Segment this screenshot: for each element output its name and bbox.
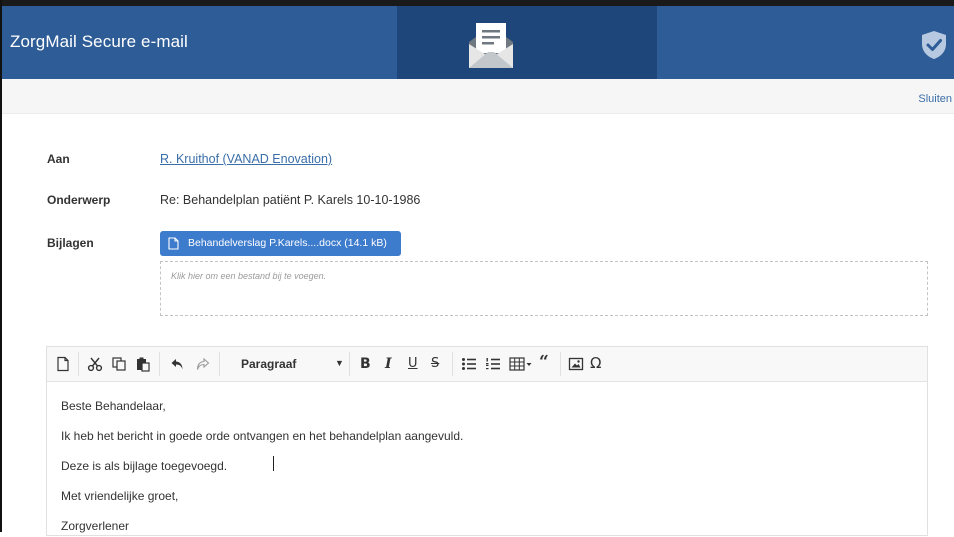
quote-icon[interactable]: “ — [539, 354, 549, 371]
action-bar: Sluiten — [2, 79, 954, 114]
redo-icon[interactable] — [194, 356, 210, 372]
toolbar-separator — [159, 352, 160, 376]
body-line-greeting: Beste Behandelaar, — [61, 399, 166, 413]
subject-value: Re: Behandelplan patiënt P. Karels 10-10… — [160, 193, 421, 207]
body-line-closing: Met vriendelijke groet, — [61, 489, 179, 503]
dropzone-hint: Klik hier om een bestand bij te voegen. — [171, 271, 327, 281]
new-document-icon[interactable] — [55, 356, 71, 372]
attachments-label: Bijlagen — [47, 236, 94, 250]
to-label: Aan — [47, 152, 70, 166]
recipient-link[interactable]: R. Kruithof (VANAD Enovation) — [160, 152, 332, 166]
message-body[interactable]: Beste Behandelaar, Ik heb het bericht in… — [47, 382, 927, 537]
cut-icon[interactable] — [87, 356, 103, 372]
attachment-name: Behandelverslag P.Karels....docx (14.1 k… — [188, 237, 387, 249]
attachment-chip[interactable]: Behandelverslag P.Karels....docx (14.1 k… — [160, 231, 401, 256]
body-line-2: Deze is als bijlage toegevoegd. — [61, 459, 228, 473]
shield-check-icon — [922, 31, 946, 59]
paste-icon[interactable] — [135, 356, 151, 372]
special-character-icon[interactable]: Ω — [590, 355, 601, 371]
close-link[interactable]: Sluiten — [918, 93, 952, 105]
paragraph-format-dropdown[interactable]: Paragraaf — [241, 357, 296, 371]
underline-icon[interactable]: U — [408, 356, 418, 372]
bullet-list-icon[interactable] — [461, 356, 477, 372]
editor-toolbar: Paragraaf ▼ B I U S “ Ω — [47, 347, 927, 382]
subject-label: Onderwerp — [47, 193, 111, 207]
toolbar-separator — [560, 352, 561, 376]
toolbar-separator — [219, 352, 220, 376]
text-cursor — [273, 456, 274, 471]
file-icon — [168, 237, 179, 250]
toolbar-separator — [78, 352, 79, 376]
strikethrough-icon[interactable]: S — [431, 356, 439, 372]
app-header: ZorgMail Secure e-mail — [2, 6, 954, 79]
italic-icon[interactable]: I — [385, 356, 392, 372]
bold-icon[interactable]: B — [360, 356, 371, 372]
copy-icon[interactable] — [111, 356, 127, 372]
chevron-down-icon[interactable]: ▼ — [335, 358, 344, 368]
toolbar-separator — [349, 352, 350, 376]
app-title: ZorgMail Secure e-mail — [10, 32, 188, 51]
message-editor: Paragraaf ▼ B I U S “ Ω Beste Behandelaa… — [46, 346, 928, 536]
body-line-signature: Zorgverlener — [61, 519, 130, 533]
table-icon[interactable] — [509, 356, 533, 372]
header-logo-band — [397, 6, 657, 79]
envelope-document-icon — [469, 23, 513, 68]
undo-icon[interactable] — [170, 356, 186, 372]
body-line-1: Ik heb het bericht in goede orde ontvang… — [61, 429, 464, 443]
toolbar-separator — [452, 352, 453, 376]
attachment-dropzone[interactable]: Klik hier om een bestand bij te voegen. — [160, 261, 928, 316]
image-icon[interactable] — [568, 356, 584, 372]
numbered-list-icon[interactable] — [485, 356, 501, 372]
